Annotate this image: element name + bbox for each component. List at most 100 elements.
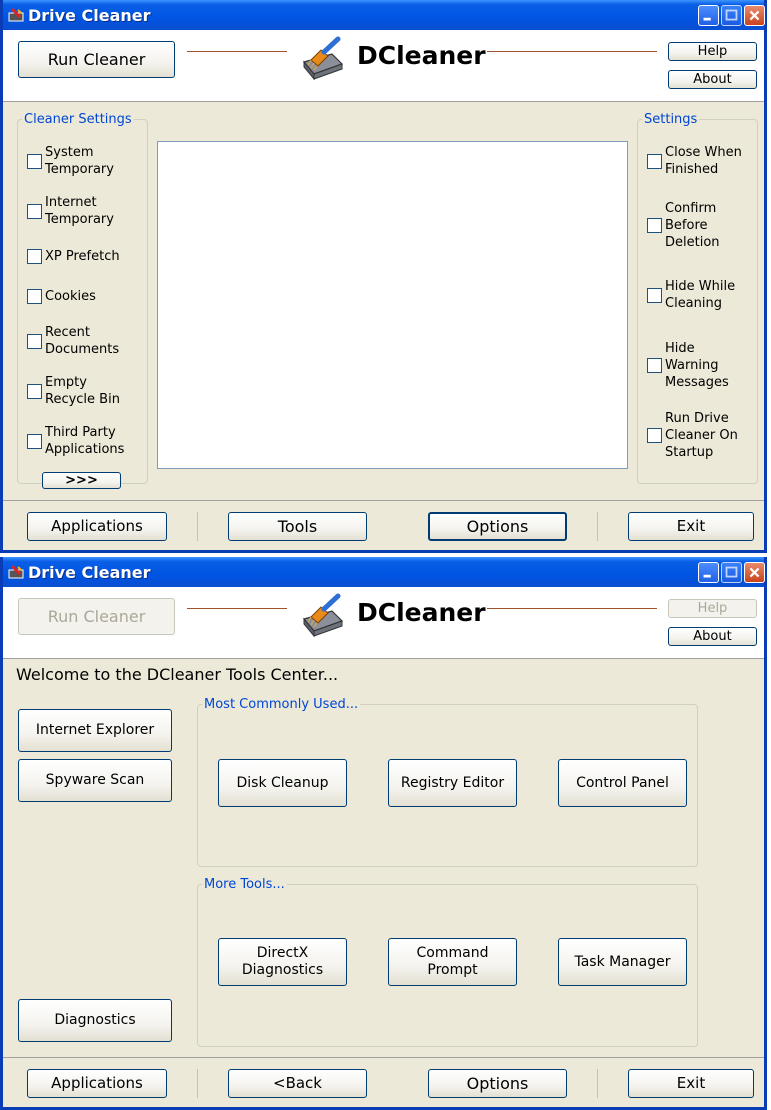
welcome-heading: Welcome to the DCleaner Tools Center... (16, 665, 339, 684)
minimize-button[interactable] (698, 562, 719, 583)
checkbox-box[interactable] (27, 153, 42, 169)
checkbox-box[interactable] (27, 249, 42, 264)
exit-button[interactable]: Exit (628, 512, 754, 541)
cleaner-settings-legend: Cleaner Settings (24, 112, 132, 127)
directx-diagnostics-button[interactable]: DirectX Diagnostics (218, 938, 347, 986)
checkbox-box[interactable] (27, 433, 42, 449)
footer-separator (597, 512, 598, 541)
more-settings-button[interactable]: >>> (42, 472, 121, 489)
footer-separator (597, 1069, 598, 1098)
cleaner-log-listbox[interactable] (157, 141, 628, 469)
checkbox-cleaner-option[interactable]: Third Party Applications (27, 424, 124, 458)
close-button[interactable] (744, 5, 765, 26)
footer-divider (3, 500, 764, 501)
run-cleaner-button[interactable]: Run Cleaner (18, 598, 175, 635)
disk-cleanup-button[interactable]: Disk Cleanup (218, 759, 347, 807)
header-bar: Run Cleaner DCleaner Help About (3, 30, 764, 102)
checkbox-setting-option[interactable]: Run Drive Cleaner On Startup (647, 410, 738, 461)
dcleaner-logo-icon (302, 36, 344, 81)
internet-explorer-button[interactable]: Internet Explorer (18, 709, 172, 752)
close-button[interactable] (744, 562, 765, 583)
checkbox-cleaner-option[interactable]: Internet Temporary (27, 194, 114, 228)
title-bar[interactable]: Drive Cleaner (3, 0, 765, 30)
checkbox-box[interactable] (647, 358, 662, 373)
checkbox-setting-option[interactable]: Hide While Cleaning (647, 278, 735, 312)
checkbox-label: Empty Recycle Bin (45, 375, 120, 407)
checkbox-setting-option[interactable]: Confirm Before Deletion (647, 200, 720, 251)
window-title: Drive Cleaner (28, 6, 151, 25)
brand-title: DCleaner (357, 41, 486, 70)
most-common-legend: Most Commonly Used... (204, 697, 359, 712)
checkbox-cleaner-option[interactable]: Recent Documents (27, 324, 119, 358)
checkbox-cleaner-option[interactable]: Empty Recycle Bin (27, 374, 120, 408)
checkbox-label: Run Drive Cleaner On Startup (665, 411, 738, 460)
run-cleaner-button[interactable]: Run Cleaner (18, 41, 175, 78)
maximize-button[interactable] (721, 562, 742, 583)
applications-button[interactable]: Applications (27, 512, 167, 541)
drive-cleaner-window-tools: Drive Cleaner Run Cleaner DCleaner Help … (0, 557, 767, 1110)
checkbox-setting-option[interactable]: Close When Finished (647, 144, 742, 178)
spyware-scan-button[interactable]: Spyware Scan (18, 759, 172, 802)
header-rule-left (187, 608, 287, 609)
diagnostics-button[interactable]: Diagnostics (18, 999, 172, 1042)
options-button[interactable]: Options (428, 1069, 567, 1098)
task-manager-button[interactable]: Task Manager (558, 938, 687, 986)
applications-button[interactable]: Applications (27, 1069, 167, 1098)
help-button[interactable]: Help (668, 42, 757, 61)
header-rule-right (487, 51, 657, 52)
drive-cleaner-window-settings: Drive Cleaner Run Cleaner DCleaner Help … (0, 0, 767, 553)
window-client: Run Cleaner DCleaner Help About Welcome … (3, 587, 764, 1107)
exit-button[interactable]: Exit (628, 1069, 754, 1098)
settings-legend: Settings (644, 112, 698, 127)
about-button[interactable]: About (668, 70, 757, 89)
checkbox-cleaner-option[interactable]: System Temporary (27, 144, 114, 178)
command-prompt-button[interactable]: Command Prompt (388, 938, 517, 986)
options-button[interactable]: Options (428, 512, 567, 541)
header-rule-left (187, 51, 287, 52)
checkbox-cleaner-option[interactable]: Cookies (27, 288, 96, 305)
minimize-button[interactable] (698, 5, 719, 26)
window-title: Drive Cleaner (28, 563, 151, 582)
checkbox-box[interactable] (27, 383, 42, 399)
checkbox-setting-option[interactable]: Hide Warning Messages (647, 340, 729, 391)
registry-editor-button[interactable]: Registry Editor (388, 759, 517, 807)
minimize-icon (703, 17, 711, 21)
checkbox-box[interactable] (647, 218, 662, 233)
maximize-icon (725, 566, 738, 578)
app-icon (8, 564, 24, 579)
checkbox-label: Hide While Cleaning (665, 279, 736, 311)
checkbox-cleaner-option[interactable]: XP Prefetch (27, 248, 120, 265)
footer-divider (3, 1057, 764, 1058)
checkbox-box[interactable] (27, 333, 42, 349)
footer-separator (197, 1069, 198, 1098)
checkbox-label: Recent Documents (45, 325, 120, 357)
tools-button[interactable]: Tools (228, 512, 367, 541)
control-panel-button[interactable]: Control Panel (558, 759, 687, 807)
brand-title: DCleaner (357, 598, 486, 627)
checkbox-label: System Temporary (45, 145, 114, 177)
checkbox-label: XP Prefetch (45, 249, 120, 264)
help-button[interactable]: Help (668, 599, 757, 618)
checkbox-box[interactable] (647, 428, 662, 443)
header-bar: Run Cleaner DCleaner Help About (3, 587, 764, 659)
back-button[interactable]: <Back (228, 1069, 367, 1098)
footer-separator (197, 512, 198, 541)
maximize-icon (725, 9, 738, 21)
checkbox-box[interactable] (647, 153, 662, 169)
maximize-button[interactable] (721, 5, 742, 26)
checkbox-label: Cookies (45, 289, 96, 304)
about-button[interactable]: About (668, 627, 757, 646)
checkbox-label: Confirm Before Deletion (665, 201, 720, 250)
app-icon (8, 7, 24, 22)
dcleaner-logo-icon (302, 593, 344, 638)
checkbox-box[interactable] (647, 287, 662, 303)
header-rule-right (487, 608, 657, 609)
window-client: Run Cleaner DCleaner Help About Cleaner … (3, 30, 764, 550)
checkbox-label: Third Party Applications (45, 425, 125, 457)
title-bar[interactable]: Drive Cleaner (3, 557, 765, 587)
checkbox-box[interactable] (27, 203, 42, 219)
close-icon (749, 10, 760, 21)
more-tools-legend: More Tools... (204, 877, 285, 892)
checkbox-box[interactable] (27, 289, 42, 304)
minimize-icon (703, 574, 711, 578)
